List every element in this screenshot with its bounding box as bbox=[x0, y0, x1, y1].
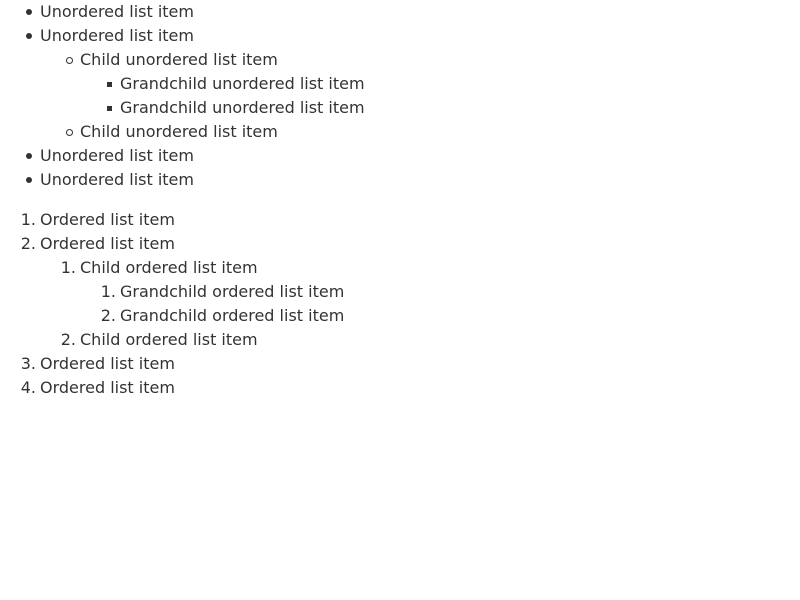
circle-bullet-icon bbox=[64, 120, 84, 144]
ordered-list-marker: 3. bbox=[20, 354, 36, 373]
grandchild-unordered-list-item: Grandchild unordered list item bbox=[0, 96, 800, 120]
unordered-list: Unordered list item Unordered list item … bbox=[0, 0, 800, 192]
grandchild-ordered-list-marker: 1. bbox=[100, 282, 116, 301]
unordered-list-item: Unordered list item bbox=[0, 24, 800, 48]
square-bullet-icon bbox=[106, 72, 126, 96]
ordered-list: 1. Ordered list item 2. Ordered list ite… bbox=[0, 208, 800, 400]
grandchild-ordered-list-item-label: Grandchild ordered list item bbox=[120, 282, 345, 301]
grandchild-unordered-list-item: Grandchild unordered list item bbox=[0, 72, 800, 96]
child-ordered-list-item: 2. Child ordered list item bbox=[0, 328, 800, 352]
ordered-list-marker: 2. bbox=[20, 234, 36, 253]
child-ordered-list-marker: 1. bbox=[60, 258, 76, 277]
child-unordered-list-item: Child unordered list item bbox=[0, 120, 800, 144]
ordered-list-item-label: Ordered list item bbox=[40, 234, 175, 253]
grandchild-ordered-list-item: 1. Grandchild ordered list item bbox=[0, 280, 800, 304]
child-ordered-list-item-label: Child ordered list item bbox=[80, 258, 258, 277]
ordered-list-item-label: Ordered list item bbox=[40, 354, 175, 373]
square-bullet-icon bbox=[106, 96, 126, 120]
grandchild-unordered-list-item-label: Grandchild unordered list item bbox=[120, 98, 365, 117]
child-ordered-list-item-label: Child ordered list item bbox=[80, 330, 258, 349]
unordered-list-item: Unordered list item bbox=[0, 168, 800, 192]
grandchild-unordered-list-item-label: Grandchild unordered list item bbox=[120, 74, 365, 93]
child-unordered-list-item-label: Child unordered list item bbox=[80, 50, 278, 69]
disc-bullet-icon bbox=[24, 24, 44, 48]
unordered-list-item-label: Unordered list item bbox=[40, 26, 194, 45]
unordered-list-item-label: Unordered list item bbox=[40, 170, 194, 189]
unordered-list-item: Unordered list item bbox=[0, 144, 800, 168]
ordered-list-marker: 4. bbox=[20, 378, 36, 397]
child-unordered-list-item-label: Child unordered list item bbox=[80, 122, 278, 141]
ordered-list-item-label: Ordered list item bbox=[40, 210, 175, 229]
disc-bullet-icon bbox=[24, 144, 44, 168]
ordered-list-item: 4. Ordered list item bbox=[0, 376, 800, 400]
circle-bullet-icon bbox=[64, 48, 84, 72]
grandchild-ordered-list-marker: 2. bbox=[100, 306, 116, 325]
disc-bullet-icon bbox=[24, 168, 44, 192]
grandchild-ordered-list-item-label: Grandchild ordered list item bbox=[120, 306, 345, 325]
ordered-list-marker: 1. bbox=[20, 210, 36, 229]
unordered-list-item: Unordered list item bbox=[0, 0, 800, 24]
ordered-list-item-label: Ordered list item bbox=[40, 378, 175, 397]
ordered-list-item: 2. Ordered list item bbox=[0, 232, 800, 256]
child-ordered-list-item: 1. Child ordered list item bbox=[0, 256, 800, 280]
unordered-list-item-label: Unordered list item bbox=[40, 146, 194, 165]
ordered-list-item: 3. Ordered list item bbox=[0, 352, 800, 376]
grandchild-ordered-list-item: 2. Grandchild ordered list item bbox=[0, 304, 800, 328]
document-content: Unordered list item Unordered list item … bbox=[0, 0, 800, 400]
disc-bullet-icon bbox=[24, 0, 44, 24]
ordered-list-item: 1. Ordered list item bbox=[0, 208, 800, 232]
unordered-list-item-label: Unordered list item bbox=[40, 2, 194, 21]
child-unordered-list-item: Child unordered list item bbox=[0, 48, 800, 72]
child-ordered-list-marker: 2. bbox=[60, 330, 76, 349]
